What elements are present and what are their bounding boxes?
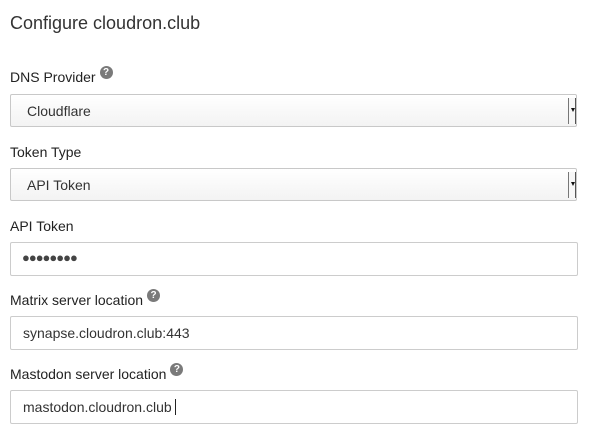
dns-provider-label-text: DNS Provider [10,69,96,85]
token-type-label-text: Token Type [10,144,82,160]
matrix-location-input[interactable] [10,316,578,350]
question-circle-icon[interactable]: ? [170,362,184,376]
dns-provider-label: DNS Provider ? [10,65,113,85]
api-token-field[interactable] [10,242,578,276]
text-caret [175,399,176,415]
mastodon-location-label-text: Mastodon server location [10,366,167,382]
api-token-masked-value: ●●●●●●●● [22,250,78,265]
api-token-label: API Token [10,218,74,234]
token-type-selected-value: API Token [27,176,91,193]
matrix-location-label-text: Matrix server location [10,292,144,308]
dns-provider-selected-value: Cloudflare [27,102,91,119]
api-token-label-text: API Token [10,218,74,234]
matrix-location-label: Matrix server location ? [10,288,161,308]
mastodon-location-input[interactable] [10,390,578,424]
token-type-select[interactable]: API Token [10,168,577,201]
token-type-label: Token Type [10,144,81,160]
chevron-down-icon [568,172,576,198]
question-circle-icon[interactable]: ? [99,65,113,79]
chevron-down-icon [568,98,576,124]
dns-provider-select[interactable]: Cloudflare [10,94,577,127]
page-title: Configure cloudron.club [10,13,201,33]
mastodon-location-label: Mastodon server location ? [10,362,184,382]
question-circle-icon[interactable]: ? [147,288,161,302]
